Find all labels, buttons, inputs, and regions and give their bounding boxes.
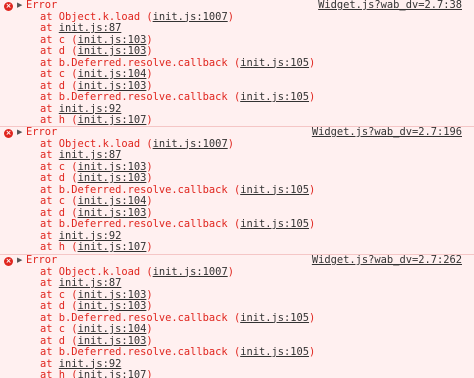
entry-header[interactable]: × ▶ Error Widget.js?wab_dv=2.7:262 (0, 254, 474, 267)
stack-trace: at Object.k.load (init.js:1007) at init.… (0, 10, 474, 127)
frame-at: at (40, 114, 59, 126)
frame-function: b.Deferred.resolve.callback (58, 218, 228, 230)
frame-function: b.Deferred.resolve.callback (58, 91, 228, 103)
frame-location-link[interactable]: init.js:1007 (153, 138, 228, 150)
frame-at: at (40, 206, 59, 219)
frame-location-link[interactable]: init.js:92 (59, 230, 122, 242)
frame-at: at (40, 172, 59, 184)
frame-location-link[interactable]: init.js:87 (59, 277, 122, 289)
frame-at: at (40, 323, 59, 335)
frame-at: at (40, 334, 59, 347)
frame-function: b.Deferred.resolve.callback (58, 56, 228, 69)
frame-at: at (40, 45, 59, 57)
source-link[interactable]: Widget.js?wab_dv=2.7:262 (312, 254, 462, 267)
frame-location-link[interactable]: init.js:92 (59, 103, 122, 115)
frame-location-link[interactable]: init.js:103 (78, 34, 147, 46)
frame-at: at (40, 288, 59, 301)
stack-frame: at h (init.js:107) (40, 114, 153, 126)
frame-location-link[interactable]: init.js:105 (240, 91, 309, 103)
frame-at: at (40, 160, 59, 173)
frame-location-link[interactable]: init.js:104 (78, 68, 147, 80)
frame-at: at (40, 33, 59, 46)
frame-at: at (40, 277, 59, 289)
console-error-entry[interactable]: × ▶ Error Widget.js?wab_dv=2.7:262 at Ob… (0, 254, 474, 378)
frame-location-link[interactable]: init.js:105 (240, 346, 309, 358)
frame-at: at (40, 183, 59, 196)
frame-at: at (40, 56, 59, 69)
frame-function: b.Deferred.resolve.callback (58, 183, 228, 196)
frame-at: at (40, 311, 59, 324)
expand-toggle-icon[interactable]: ▶ (17, 0, 22, 12)
frame-at: at (40, 357, 59, 370)
error-icon: × (4, 2, 13, 11)
error-icon: × (4, 257, 13, 266)
frame-function: Object.k.load (58, 137, 141, 150)
frame-at: at (40, 68, 59, 80)
frame-at: at (40, 137, 59, 150)
frame-at: at (40, 241, 59, 253)
stack-trace: at Object.k.load (init.js:1007) at init.… (0, 265, 474, 378)
frame-location-link[interactable]: init.js:87 (59, 149, 122, 161)
frame-at: at (40, 229, 59, 242)
error-icon: × (4, 129, 13, 138)
frame-at: at (40, 300, 59, 312)
frame-at: at (40, 102, 59, 115)
frame-function: Object.k.load (58, 265, 141, 278)
frame-location-link[interactable]: init.js:103 (78, 207, 147, 219)
stack-frame: at h (init.js:107) (0, 369, 474, 378)
frame-function: b.Deferred.resolve.callback (58, 311, 228, 324)
frame-location-link[interactable]: init.js:103 (78, 335, 147, 347)
frame-location-link[interactable]: init.js:105 (240, 312, 309, 324)
source-link[interactable]: Widget.js?wab_dv=2.7:196 (312, 126, 462, 139)
frame-at: at (40, 91, 59, 103)
expand-toggle-icon[interactable]: ▶ (17, 255, 22, 267)
frame-location-link[interactable]: init.js:105 (240, 218, 309, 230)
frame-at: at (40, 265, 59, 278)
stack-frame: at h (init.js:107) (40, 241, 153, 253)
frame-location-link[interactable]: init.js:107 (78, 114, 147, 126)
frame-location-link[interactable]: init.js:103 (78, 300, 147, 312)
frame-location-link[interactable]: init.js:87 (59, 22, 122, 34)
entry-header[interactable]: × ▶ Error Widget.js?wab_dv=2.7:196 (0, 126, 474, 139)
frame-location-link[interactable]: init.js:107 (78, 241, 147, 253)
frame-location-link[interactable]: init.js:103 (78, 289, 147, 301)
error-message: Error (26, 126, 58, 138)
console-panel: × ▶ Error Widget.js?wab_dv=2.7:38 at Obj… (0, 0, 474, 378)
frame-at: at (40, 218, 59, 230)
frame-location-link[interactable]: init.js:105 (240, 57, 309, 69)
frame-at: at (40, 79, 59, 92)
frame-at: at (40, 369, 59, 378)
frame-location-link[interactable]: init.js:107 (78, 369, 147, 378)
frame-location-link[interactable]: init.js:103 (78, 45, 147, 57)
source-link[interactable]: Widget.js?wab_dv=2.7:38 (318, 0, 462, 12)
frame-location-link[interactable]: init.js:1007 (153, 266, 228, 278)
frame-location-link[interactable]: init.js:1007 (153, 11, 228, 23)
stack-trace: at Object.k.load (init.js:1007) at init.… (0, 137, 474, 254)
frame-location-link[interactable]: init.js:92 (59, 358, 122, 370)
frame-at: at (40, 10, 59, 23)
frame-location-link[interactable]: init.js:105 (240, 184, 309, 196)
error-message: Error (26, 0, 58, 11)
frame-at: at (40, 22, 59, 34)
frame-location-link[interactable]: init.js:103 (78, 172, 147, 184)
expand-toggle-icon[interactable]: ▶ (17, 127, 22, 139)
console-error-entry[interactable]: × ▶ Error Widget.js?wab_dv=2.7:38 at Obj… (0, 0, 474, 127)
frame-location-link[interactable]: init.js:103 (78, 161, 147, 173)
frame-location-link[interactable]: init.js:104 (78, 323, 147, 335)
error-message: Error (26, 254, 58, 266)
frame-location-link[interactable]: init.js:104 (78, 195, 147, 207)
frame-at: at (40, 149, 59, 161)
frame-function: b.Deferred.resolve.callback (58, 346, 228, 358)
frame-at: at (40, 195, 59, 207)
entry-header[interactable]: × ▶ Error Widget.js?wab_dv=2.7:38 (0, 0, 474, 12)
frame-location-link[interactable]: init.js:103 (78, 80, 147, 92)
frame-at: at (40, 346, 59, 358)
console-error-entry[interactable]: × ▶ Error Widget.js?wab_dv=2.7:196 at Ob… (0, 126, 474, 255)
frame-function: Object.k.load (58, 10, 141, 23)
